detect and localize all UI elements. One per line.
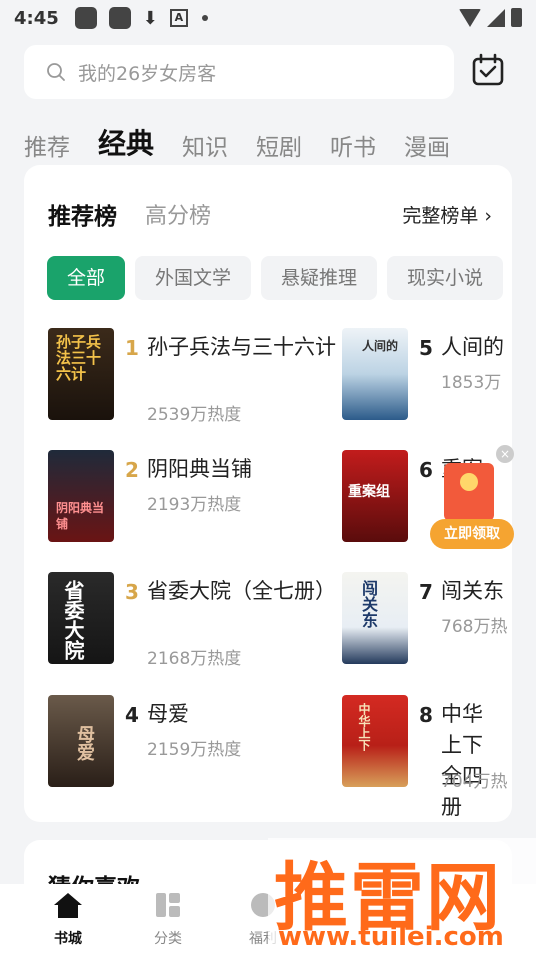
- tab-short-drama[interactable]: 短剧: [256, 128, 302, 162]
- red-packet-widget[interactable]: × 立即领取: [430, 445, 514, 551]
- book-item[interactable]: 阴阳典当铺 2 阴阳典当铺 2193万热度: [48, 450, 288, 550]
- ranking-header: 推荐榜 高分榜 完整榜单 ›: [48, 197, 492, 231]
- book-cover: 母爱: [48, 695, 114, 787]
- book-item[interactable]: 中华上下 8 中华上下全四册 704万热: [342, 695, 512, 819]
- book-heat: 2168万热度: [147, 649, 242, 669]
- genre-chips: 全部 外国文学 悬疑推理 现实小说: [47, 256, 512, 300]
- more-dot-icon: [201, 15, 208, 21]
- tab-comics[interactable]: 漫画: [404, 128, 450, 162]
- tab-classic[interactable]: 经典: [98, 122, 154, 162]
- search-bar[interactable]: 我的26岁女房客: [24, 45, 454, 99]
- chip-mystery[interactable]: 悬疑推理: [261, 256, 378, 300]
- book-title: 母爱: [147, 702, 189, 726]
- close-icon[interactable]: ×: [496, 445, 514, 463]
- book-rank: 8: [419, 703, 433, 727]
- category-icon: [156, 893, 180, 917]
- battery-icon: [511, 8, 522, 27]
- full-list-label: 完整榜单: [402, 205, 479, 227]
- book-heat: 768万热: [441, 617, 508, 637]
- book-cover: 省委大院: [48, 572, 114, 664]
- book-cover: 中华上下: [342, 695, 408, 787]
- chip-realistic-fiction[interactable]: 现实小说: [387, 256, 504, 300]
- watermark: 推雷网 www.tuilei.com: [268, 838, 536, 954]
- book-rank: 5: [419, 336, 433, 360]
- book-cover: 重案组: [342, 450, 408, 542]
- book-cover: 阴阳典当铺: [48, 450, 114, 542]
- tab-knowledge[interactable]: 知识: [182, 128, 228, 162]
- notification-icon: [74, 7, 97, 29]
- home-icon: [54, 893, 82, 918]
- red-envelope-icon: [444, 463, 494, 521]
- book-cover: 孙子兵法三十六计: [48, 328, 114, 420]
- checkin-calendar-icon[interactable]: [470, 52, 506, 88]
- book-rank: 2: [125, 458, 139, 482]
- search-placeholder: 我的26岁女房客: [78, 62, 217, 85]
- book-item[interactable]: 母爱 4 母爱 2159万热度: [48, 695, 288, 795]
- claim-button[interactable]: 立即领取: [430, 519, 514, 549]
- nav-label: 书城: [54, 931, 82, 947]
- chevron-right-icon: ›: [484, 205, 492, 227]
- book-heat: 704万热: [441, 772, 508, 792]
- chip-foreign-literature[interactable]: 外国文学: [135, 256, 252, 300]
- book-rank: 3: [125, 580, 139, 604]
- book-rank: 1: [125, 336, 139, 360]
- search-icon: [47, 63, 65, 81]
- download-icon: ⬇: [142, 7, 158, 29]
- wifi-icon: [459, 8, 481, 27]
- category-tabs: 推荐 经典 知识 短剧 听书 漫画: [24, 112, 450, 162]
- chip-all[interactable]: 全部: [47, 256, 126, 300]
- nav-label: 分类: [154, 931, 182, 947]
- book-title: 省委大院（全七册）: [147, 579, 336, 603]
- status-bar: 4:45 ⬇ A: [0, 0, 536, 36]
- book-heat: 1853万: [441, 373, 502, 393]
- book-rank: 7: [419, 580, 433, 604]
- book-cover: 闯关东: [342, 572, 408, 664]
- book-item[interactable]: 省委大院 3 省委大院（全七册） 2168万热度: [48, 572, 336, 672]
- watermark-url: www.tuilei.com: [278, 922, 504, 952]
- book-title: 人间的: [441, 335, 504, 359]
- status-time: 4:45: [14, 7, 59, 29]
- tab-recommend[interactable]: 推荐: [24, 128, 70, 162]
- book-title: 阴阳典当铺: [147, 457, 252, 481]
- app-a-icon: A: [169, 9, 188, 27]
- book-heat: 2193万热度: [147, 495, 242, 515]
- book-heat: 2539万热度: [147, 405, 242, 425]
- tab-audiobook[interactable]: 听书: [330, 128, 376, 162]
- full-list-link[interactable]: 完整榜单 ›: [402, 201, 492, 228]
- book-item[interactable]: 孙子兵法三十六计 1 孙子兵法与三十六计 2539万热度: [48, 328, 336, 428]
- book-item[interactable]: 人间的 5 人间的 1853万: [342, 328, 512, 428]
- book-item[interactable]: 闯关东 7 闯关东 768万热: [342, 572, 512, 672]
- book-rank: 4: [125, 703, 139, 727]
- book-title: 孙子兵法与三十六计: [147, 335, 336, 359]
- book-cover: 人间的: [342, 328, 408, 420]
- book-title: 闯关东: [441, 579, 504, 603]
- nav-category[interactable]: 分类: [133, 890, 203, 948]
- cellular-icon: [487, 8, 505, 27]
- book-title: 中华上下全四册: [441, 702, 483, 819]
- tab-high-score-list[interactable]: 高分榜: [145, 198, 211, 230]
- notification-icon: [108, 7, 131, 29]
- tab-recommend-list[interactable]: 推荐榜: [48, 197, 117, 231]
- book-heat: 2159万热度: [147, 740, 242, 760]
- nav-bookstore[interactable]: 书城: [33, 890, 103, 948]
